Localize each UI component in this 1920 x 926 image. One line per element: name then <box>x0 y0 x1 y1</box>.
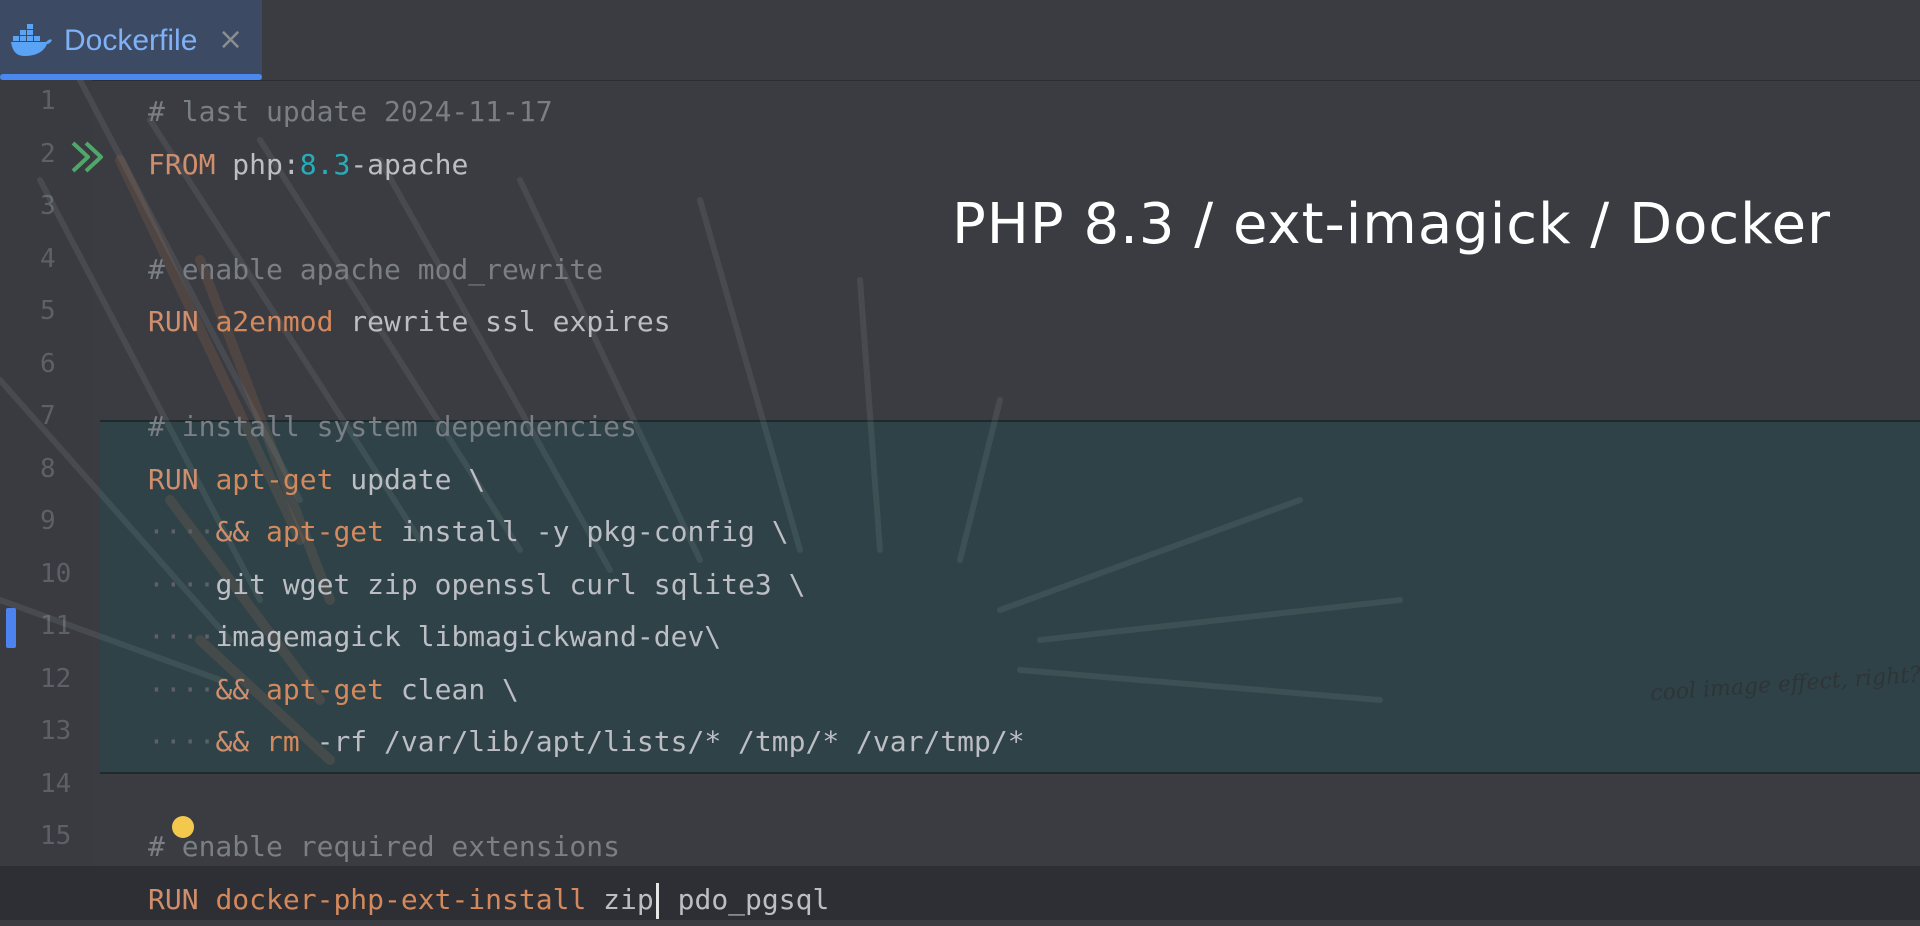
code-token: RUN <box>148 462 216 496</box>
line-number: 7 <box>40 401 56 431</box>
code-token: ···· <box>148 567 216 601</box>
code-token: ···· <box>148 725 216 758</box>
code-token: ···· <box>148 620 216 653</box>
code-line[interactable]: # install system dependencies <box>148 401 637 453</box>
code-token: ···· <box>148 515 216 548</box>
code-line[interactable]: # enable required extensions <box>148 821 620 873</box>
vcs-change-marker[interactable] <box>6 608 16 648</box>
line-number: 12 <box>40 663 72 694</box>
code-token: RUN <box>148 882 216 916</box>
code-token: -apache <box>350 147 469 181</box>
code-token: apt-get <box>215 462 334 496</box>
code-token: clean \ <box>384 672 519 706</box>
run-gutter-icon[interactable] <box>70 140 106 174</box>
code-line[interactable]: # enable apache mod_rewrite <box>148 244 603 296</box>
code-token: docker-php-ext-install <box>215 882 587 916</box>
code-line[interactable]: ····&& apt-get clean \ <box>148 664 519 716</box>
close-icon[interactable]: × <box>218 22 243 57</box>
tab-title: Dockerfile <box>64 24 198 57</box>
code-token: # last update 2024-11-17 <box>148 95 553 128</box>
code-token: git wget zip openssl curl sqlite3 \ <box>215 567 806 601</box>
code-line[interactable]: ····&& rm -rf /var/lib/apt/lists/* /tmp/… <box>148 716 1025 768</box>
code-token: apt-get <box>266 515 385 548</box>
code-token: rm <box>266 725 300 758</box>
docker-whale-icon <box>11 24 52 56</box>
overlay-headline: PHP 8.3 / ext-imagick / Docker <box>952 192 1832 257</box>
code-token: php: <box>232 147 300 181</box>
code-token: update \ <box>333 462 486 496</box>
code-line[interactable]: FROM php:8.3-apache <box>148 139 468 191</box>
line-number: 3 <box>40 191 56 221</box>
code-token: install -y pkg-config \ <box>384 515 789 548</box>
code-token: RUN <box>148 305 216 338</box>
code-token: zip <box>586 882 654 916</box>
code-token: && <box>215 515 267 548</box>
code-token: && <box>215 672 267 706</box>
lightbulb-icon[interactable] <box>172 816 194 838</box>
code-line[interactable]: RUN docker-php-ext-install zip pdo_pgsql <box>148 874 829 926</box>
code-token: && <box>215 725 267 758</box>
line-number: 8 <box>40 453 56 484</box>
line-number: 6 <box>40 348 56 379</box>
line-number: 9 <box>40 506 56 536</box>
code-line[interactable]: RUN apt-get update \ <box>148 454 485 506</box>
code-line[interactable]: ····&& apt-get install -y pkg-config \ <box>148 506 789 558</box>
code-token: ···· <box>148 672 216 706</box>
code-token: a2enmod <box>215 305 334 338</box>
line-number: 13 <box>40 716 72 746</box>
code-token: 8.3 <box>299 147 351 181</box>
line-number: 14 <box>40 768 72 799</box>
line-number: 1 <box>40 86 56 116</box>
code-token: pdo_pgsql <box>660 882 830 916</box>
code-token: # enable required extensions <box>148 830 621 863</box>
code-token: imagemagick libmagickwand-dev\ <box>215 620 722 653</box>
code-line[interactable]: RUN a2enmod rewrite ssl expires <box>148 296 671 348</box>
line-number: 4 <box>40 243 56 274</box>
code-token: apt-get <box>266 672 385 706</box>
code-token: -rf /var/lib/apt/lists/* /tmp/* /var/tmp… <box>299 725 1025 758</box>
line-number-gutter: 12345678910111213141516 <box>0 80 92 920</box>
tab-dockerfile[interactable]: Dockerfile × <box>0 0 262 80</box>
code-token: FROM <box>148 147 233 181</box>
text-cursor <box>655 882 659 919</box>
code-line[interactable]: ····imagemagick libmagickwand-dev\ <box>148 611 721 663</box>
code-line[interactable]: # last update 2024-11-17 <box>148 86 553 138</box>
code-token: rewrite ssl expires <box>333 305 671 338</box>
editor-tab-bar: Dockerfile × <box>0 0 1920 81</box>
code-token: # enable apache mod_rewrite <box>148 252 604 286</box>
code-line[interactable]: ····git wget zip openssl curl sqlite3 \ <box>148 559 805 611</box>
line-number: 5 <box>40 296 56 326</box>
code-token: # install system dependencies <box>148 410 637 443</box>
line-number: 10 <box>40 558 72 589</box>
